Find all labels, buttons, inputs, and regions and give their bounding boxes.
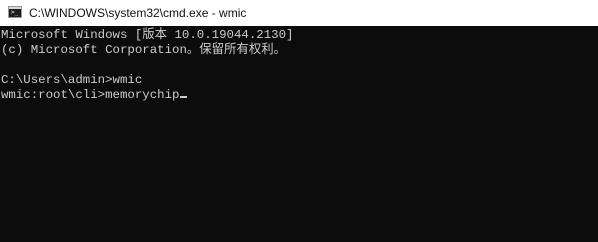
wmic-prompt-input-text[interactable]: wmic:root\cli>memorychip <box>1 88 179 102</box>
console-line-version: Microsoft Windows [版本 10.0.19044.2130] <box>1 28 294 42</box>
text-cursor <box>180 96 188 98</box>
console-line-wmic-command: C:\Users\admin>wmic <box>1 73 143 87</box>
console-line-current-input[interactable]: wmic:root\cli>memorychip <box>1 88 188 102</box>
console-output[interactable]: Microsoft Windows [版本 10.0.19044.2130] (… <box>0 26 598 242</box>
window-title: C:\WINDOWS\system32\cmd.exe - wmic <box>29 6 247 20</box>
cmd-app-icon[interactable]: >_ <box>8 6 22 18</box>
title-bar[interactable]: >_ C:\WINDOWS\system32\cmd.exe - wmic <box>0 0 598 26</box>
cmd-window: >_ C:\WINDOWS\system32\cmd.exe - wmic Mi… <box>0 0 598 242</box>
console-line-copyright: (c) Microsoft Corporation。保留所有权利。 <box>1 43 287 57</box>
